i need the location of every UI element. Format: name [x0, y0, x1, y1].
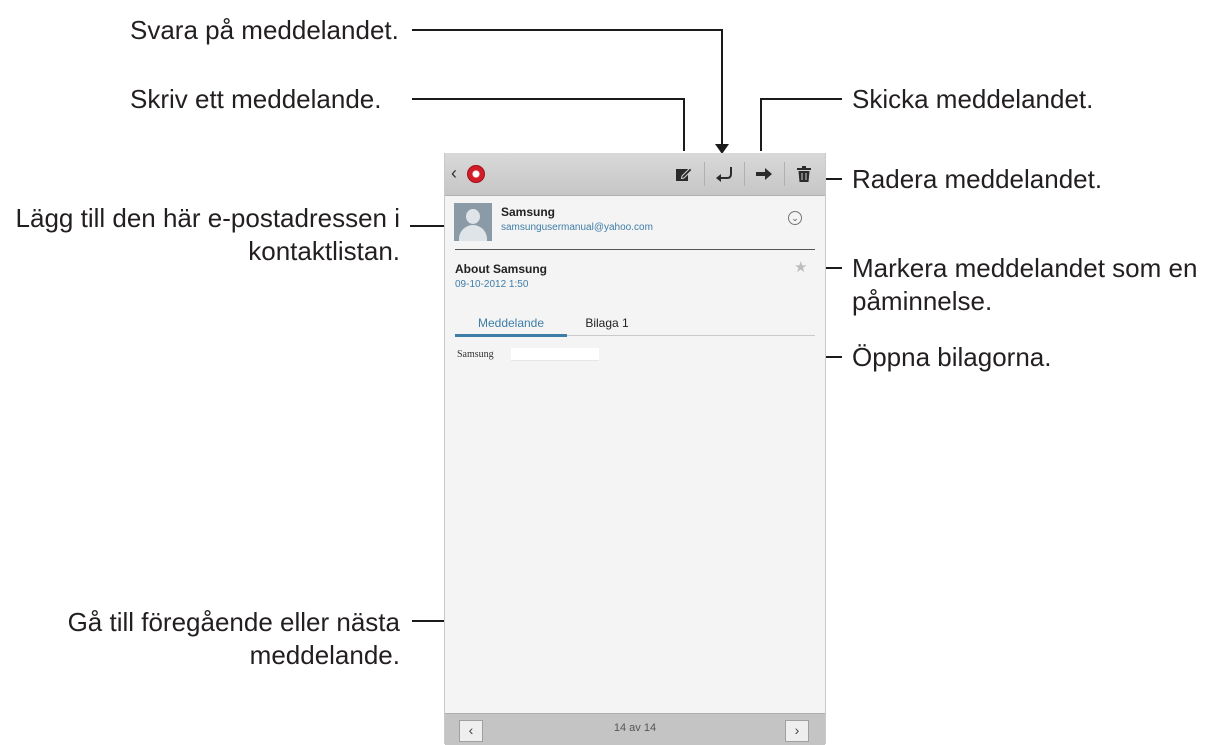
chevron-down-icon[interactable]: ⌄ — [788, 211, 802, 225]
leader-reply-v — [721, 29, 723, 151]
forward-arrow-icon — [756, 168, 772, 180]
sender-email[interactable]: samsungusermanual@yahoo.com — [501, 222, 653, 233]
next-message-button[interactable]: › — [785, 720, 809, 742]
previous-message-button[interactable]: ‹ — [459, 720, 483, 742]
callout-prev-next-line1: Gå till föregående eller nästa — [67, 607, 400, 637]
avatar-head — [466, 209, 480, 224]
email-body-field — [511, 348, 599, 361]
avatar-body — [459, 225, 487, 241]
reply-button[interactable] — [705, 153, 743, 195]
callout-prev-next: Gå till föregående eller nästa meddeland… — [0, 606, 400, 672]
email-app-icon[interactable] — [467, 165, 485, 183]
tab-attachments[interactable]: Bilaga 1 — [567, 316, 647, 336]
leader-compose-v — [683, 98, 685, 151]
callout-attachments: Öppna bilagorna. — [852, 342, 1052, 372]
tab-selected-indicator — [455, 334, 567, 337]
callout-mark-reminder-line1: Markera meddelandet som en — [852, 253, 1198, 283]
star-icon[interactable]: ★ — [794, 258, 807, 276]
leader-forward-v — [760, 98, 762, 151]
callout-compose: Skriv ett meddelande. — [130, 84, 382, 114]
email-body: Samsung — [457, 349, 494, 360]
callout-mark-reminder-line2: påminnelse. — [852, 286, 993, 316]
callout-forward: Skicka meddelandet. — [852, 84, 1094, 114]
header-divider — [455, 249, 815, 250]
email-viewer-screen: ‹ Samsung samsungusermanual@yahoo.com ⌄ … — [444, 153, 826, 745]
leader-compose-h — [412, 98, 685, 100]
back-chevron-icon[interactable]: ‹ — [451, 163, 457, 184]
compose-icon — [676, 167, 693, 181]
trash-icon — [797, 166, 811, 182]
reply-icon — [716, 167, 732, 182]
avatar[interactable] — [454, 203, 492, 241]
sender-name: Samsung — [501, 205, 556, 219]
compose-button[interactable] — [665, 153, 703, 195]
callout-reply: Svara på meddelandet. — [130, 15, 399, 45]
tab-divider — [567, 335, 815, 336]
email-subject: About Samsung — [455, 262, 547, 276]
forward-button[interactable] — [745, 153, 783, 195]
pager-bar: ‹ 14 av 14 › — [445, 713, 825, 745]
action-bar: ‹ — [445, 153, 825, 196]
delete-button[interactable] — [785, 153, 823, 195]
email-date: 09-10-2012 1:50 — [455, 279, 529, 290]
leader-reply-h — [412, 29, 723, 31]
callout-mark-reminder: Markera meddelandet som en påminnelse. — [852, 252, 1197, 318]
chevron-right-icon: › — [794, 722, 800, 738]
message-counter: 14 av 14 — [613, 722, 657, 734]
leader-forward-h — [760, 98, 842, 100]
tab-message[interactable]: Meddelande — [455, 316, 567, 336]
callout-add-contact-line1: Lägg till den här e-postadressen i — [15, 203, 400, 233]
sender-row: Samsung samsungusermanual@yahoo.com ⌄ — [445, 195, 825, 253]
chevron-left-icon: ‹ — [468, 722, 474, 738]
callout-add-contact: Lägg till den här e-postadressen i konta… — [0, 202, 400, 268]
callout-add-contact-line2: kontaktlistan. — [248, 236, 400, 266]
callout-prev-next-line2: meddelande. — [249, 640, 400, 670]
callout-delete: Radera meddelandet. — [852, 164, 1103, 194]
